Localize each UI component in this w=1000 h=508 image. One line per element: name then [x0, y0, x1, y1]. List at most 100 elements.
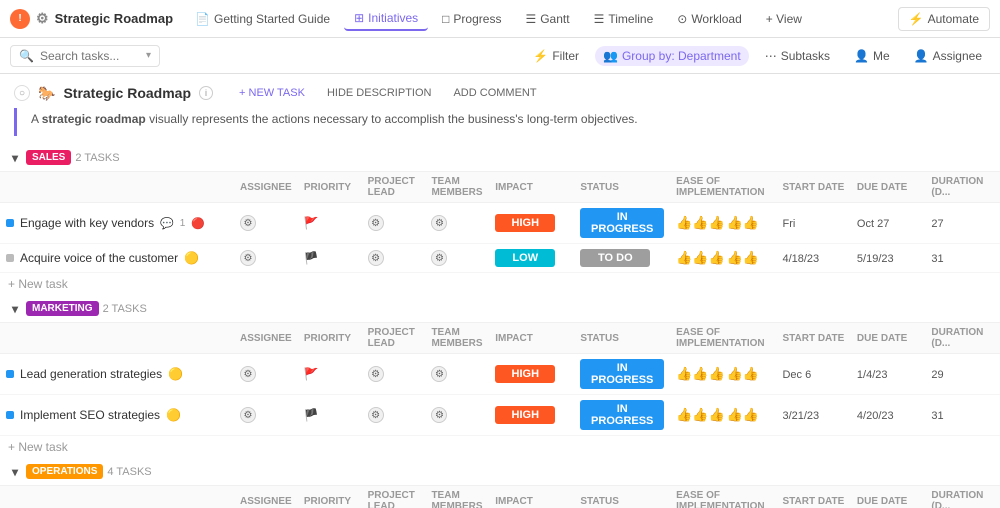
- assignee-button[interactable]: 👤 Assignee: [906, 46, 990, 66]
- operations-badge: OPERATIONS: [26, 464, 103, 479]
- start-date: Dec 6: [782, 369, 811, 381]
- info-icon[interactable]: i: [199, 86, 213, 100]
- task-priority-indicator: [6, 219, 14, 227]
- search-box[interactable]: 🔍 ▾: [10, 45, 160, 67]
- search-icon: 🔍: [19, 49, 34, 63]
- subtasks-button[interactable]: ⋯ Subtasks: [757, 46, 838, 66]
- status-badge[interactable]: TO DO: [580, 249, 650, 267]
- settings-icon[interactable]: ⚙: [36, 10, 49, 27]
- toolbar: 🔍 ▾ ⚡ Filter 👥 Group by: Department ⋯ Su…: [0, 38, 1000, 74]
- chat-count: 1: [180, 218, 186, 229]
- operations-section-header: ▾ OPERATIONS 4 TASKS: [0, 458, 1000, 486]
- flag-icon: 🏴: [304, 251, 319, 265]
- chat-icon[interactable]: 💬: [160, 217, 174, 230]
- table-wrapper: ▾ SALES 2 TASKS ASSIGNEE PRIORITY PROJEC…: [0, 144, 1000, 508]
- ease-rating: 👍👍👍👍👍: [676, 407, 770, 423]
- status-badge[interactable]: IN PROGRESS: [580, 400, 664, 430]
- start-date: Fri: [782, 218, 795, 230]
- tab-guide[interactable]: 📄 Getting Started Guide: [185, 8, 340, 30]
- sales-task-count: 2 TASKS: [75, 152, 119, 164]
- impact-badge: HIGH: [495, 214, 555, 232]
- marketing-task-count: 2 TASKS: [103, 303, 147, 315]
- ease-rating: 👍👍👍👍👍: [676, 215, 770, 231]
- initiatives-icon: ⊞: [354, 11, 364, 25]
- flag-icon: 🚩: [304, 216, 319, 230]
- tab-view[interactable]: + View: [756, 8, 812, 30]
- status-badge[interactable]: IN PROGRESS: [580, 208, 664, 238]
- new-task-button[interactable]: + NEW TASK: [231, 84, 313, 102]
- nav-logo: ! ⚙ Strategic Roadmap: [10, 9, 173, 29]
- due-date: 1/4/23: [857, 369, 888, 381]
- add-comment-button[interactable]: ADD COMMENT: [445, 84, 544, 102]
- start-date: 3/21/23: [782, 410, 819, 422]
- page-title: Strategic Roadmap: [63, 85, 191, 101]
- hide-description-button[interactable]: HIDE DESCRIPTION: [319, 84, 440, 102]
- status-emoji: 🟡: [166, 408, 181, 422]
- me-icon: 👤: [854, 49, 869, 63]
- due-date: 5/19/23: [857, 253, 894, 265]
- impact-badge: HIGH: [495, 365, 555, 383]
- task-priority-indicator: [6, 254, 14, 262]
- start-date: 4/18/23: [782, 253, 819, 265]
- me-button[interactable]: 👤 Me: [846, 46, 898, 66]
- task-name-text[interactable]: Lead generation strategies: [20, 367, 162, 381]
- task-name-text[interactable]: Implement SEO strategies: [20, 408, 160, 422]
- sales-collapse-icon[interactable]: ▾: [8, 151, 22, 165]
- timeline-icon: ☰: [594, 12, 605, 26]
- filter-button[interactable]: ⚡ Filter: [525, 46, 587, 66]
- table-row: Acquire voice of the customer 🟡 ⚙ 🏴 ⚙ ⚙ …: [0, 244, 1000, 273]
- automate-button[interactable]: ⚡ Automate: [898, 7, 990, 31]
- operations-collapse-icon[interactable]: ▾: [8, 465, 22, 479]
- status-badge[interactable]: IN PROGRESS: [580, 359, 664, 389]
- nav-logo-icon: !: [10, 9, 30, 29]
- tab-timeline[interactable]: ☰ Timeline: [584, 8, 664, 30]
- guide-icon: 📄: [195, 12, 210, 26]
- tab-progress[interactable]: □ Progress: [432, 8, 511, 30]
- progress-icon: □: [442, 12, 449, 26]
- col-headers-operations: ASSIGNEE PRIORITY PROJECT LEAD TEAM MEMB…: [0, 486, 1000, 508]
- operations-task-count: 4 TASKS: [107, 466, 151, 478]
- impact-badge: LOW: [495, 249, 555, 267]
- col-headers-marketing: ASSIGNEE PRIORITY PROJECT LEAD TEAM MEMB…: [0, 323, 1000, 354]
- ease-rating: 👍👍👍👍👍: [676, 366, 770, 382]
- new-task-row[interactable]: + New task: [0, 436, 1000, 459]
- table-row: Lead generation strategies 🟡 ⚙ 🚩 ⚙ ⚙ HIG…: [0, 354, 1000, 395]
- description-text: A strategic roadmap visually represents …: [31, 112, 638, 126]
- group-by-button[interactable]: 👥 Group by: Department: [595, 46, 749, 66]
- marketing-badge: MARKETING: [26, 301, 99, 316]
- app-title: Strategic Roadmap: [55, 11, 173, 26]
- tab-gantt[interactable]: ☰ Gantt: [515, 8, 579, 30]
- warning-icon: 🔴: [191, 217, 205, 230]
- assignee-icon: 👤: [914, 49, 929, 63]
- filter-icon: ⚡: [533, 49, 548, 63]
- collapse-section-icon[interactable]: ○: [14, 85, 30, 101]
- marketing-collapse-icon[interactable]: ▾: [8, 302, 22, 316]
- chevron-down-icon[interactable]: ▾: [146, 50, 151, 61]
- page-header: ○ 🐎 Strategic Roadmap i + NEW TASK HIDE …: [0, 74, 1000, 108]
- duration: 29: [931, 369, 943, 381]
- tab-workload[interactable]: ⊙ Workload: [667, 8, 752, 30]
- duration: 31: [931, 410, 943, 422]
- task-priority-indicator: [6, 370, 14, 378]
- due-date: 4/20/23: [857, 410, 894, 422]
- task-name-text[interactable]: Engage with key vendors: [20, 216, 154, 230]
- task-priority-indicator: [6, 411, 14, 419]
- impact-badge: HIGH: [495, 406, 555, 424]
- page-title-icon: 🐎: [38, 85, 55, 102]
- status-emoji: 🟡: [184, 251, 199, 265]
- table-row: Engage with key vendors 💬 1 🔴 ⚙ 🚩 ⚙ ⚙ HI…: [0, 203, 1000, 244]
- tab-initiatives[interactable]: ⊞ Initiatives: [344, 7, 428, 31]
- flag-icon: 🚩: [304, 367, 319, 381]
- task-name-text[interactable]: Acquire voice of the customer: [20, 251, 178, 265]
- subtasks-icon: ⋯: [765, 49, 777, 63]
- workload-icon: ⊙: [677, 12, 687, 26]
- search-input[interactable]: [40, 49, 140, 63]
- group-icon: 👥: [603, 49, 618, 63]
- status-emoji: 🟡: [168, 367, 183, 381]
- table-row: Implement SEO strategies 🟡 ⚙ 🏴 ⚙ ⚙ HIGH …: [0, 395, 1000, 436]
- duration: 31: [931, 253, 943, 265]
- flag-icon: 🏴: [304, 408, 319, 422]
- col-headers-sales: ASSIGNEE PRIORITY PROJECT LEAD TEAM MEMB…: [0, 172, 1000, 203]
- new-task-row[interactable]: + New task: [0, 273, 1000, 296]
- sales-section-header: ▾ SALES 2 TASKS: [0, 144, 1000, 172]
